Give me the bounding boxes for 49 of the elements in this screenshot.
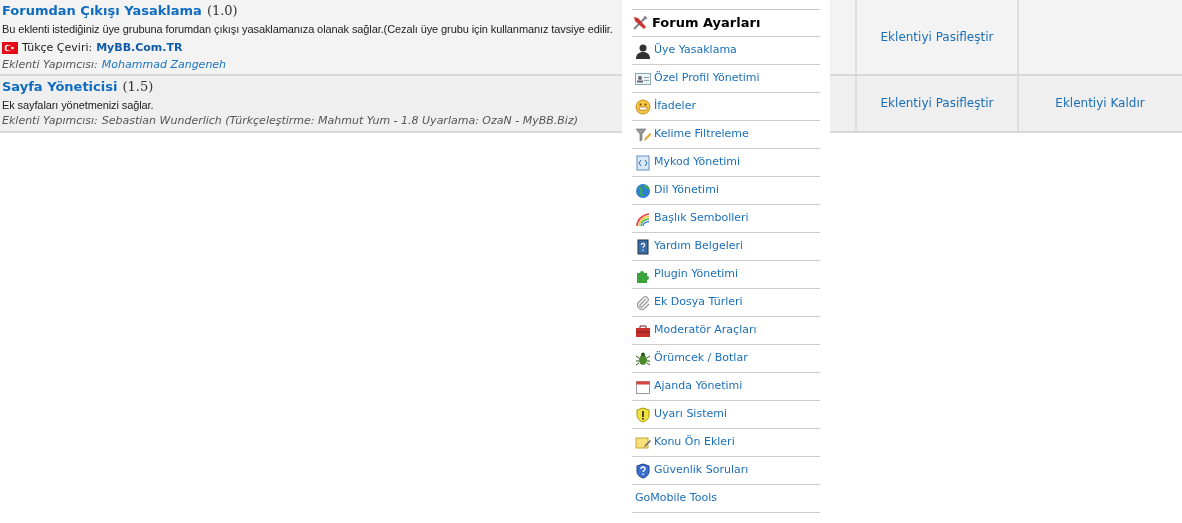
calendar-icon <box>635 378 651 395</box>
user-icon <box>635 42 651 59</box>
globe-icon <box>635 182 651 199</box>
menu-item[interactable]: Mykod Yönetimi <box>632 149 820 177</box>
menu-item[interactable]: Güvenlik Soruları <box>632 457 820 485</box>
translation-label: Tükçe Çeviri: <box>22 40 93 56</box>
menu-item[interactable]: Uyarı Sistemi <box>632 401 820 429</box>
menu-item[interactable]: Başlık Sembolleri <box>632 205 820 233</box>
menu-item[interactable]: Kelime Filtreleme <box>632 121 820 149</box>
rainbow-icon <box>635 210 651 227</box>
plugin-version: (1.5) <box>122 78 154 96</box>
paperclip-icon <box>635 294 651 311</box>
menu-title: Forum Ayarları <box>652 14 761 33</box>
menu-item[interactable]: Özel Profil Yönetimi <box>632 65 820 93</box>
bug-icon <box>635 350 651 367</box>
menu-item[interactable]: Dil Yönetimi <box>632 177 820 205</box>
question-shield-icon <box>635 462 651 479</box>
smiley-icon <box>635 98 651 115</box>
menu-item[interactable]: GoMobile Tools <box>632 485 820 513</box>
plugin-action-link[interactable]: Eklentiyi Pasifleştir <box>880 28 994 46</box>
menu-item[interactable]: Konu Ön Ekleri <box>632 429 820 457</box>
author-name: Sebastian Wunderlich (Türkçeleştirme: Mahmut Yum - 1.8 Uyarlama: OzaN - MyBB.Biz) <box>101 113 578 129</box>
menu-item[interactable]: Yardım Belgeleri <box>632 233 820 261</box>
warning-shield-icon <box>635 406 651 423</box>
note-pencil-icon <box>635 434 651 451</box>
help-book-icon <box>635 238 651 255</box>
document-code-icon <box>635 154 651 171</box>
menu-item[interactable]: İfadeler <box>632 93 820 121</box>
menu-item[interactable]: Üye Yasaklama <box>632 37 820 65</box>
plugin-action-link[interactable]: Eklentiyi Kaldır <box>1055 94 1145 113</box>
menu-item[interactable]: Ek Dosya Türleri <box>632 289 820 317</box>
filter-pencil-icon <box>635 126 651 143</box>
profile-card-icon <box>635 70 651 87</box>
menu-item[interactable]: Ajanda Yönetimi <box>632 373 820 401</box>
menu-item[interactable]: Plugin Yönetimi <box>632 261 820 289</box>
author-label: Eklenti Yapımcısı: <box>2 113 98 129</box>
tools-icon <box>632 15 648 31</box>
plugin-version: (1.0) <box>206 2 238 20</box>
plugin-action-link[interactable]: Eklentiyi Pasifleştir <box>880 94 994 113</box>
plugin-title[interactable]: Sayfa Yöneticisi <box>2 77 118 97</box>
author-link[interactable]: Mohammad Zangeneh <box>101 56 227 73</box>
menu-item[interactable]: Örümcek / Botlar <box>632 345 820 373</box>
toolbox-icon <box>635 322 651 339</box>
author-label: Eklenti Yapımcısı: <box>2 56 98 73</box>
plugin-title[interactable]: Forumdan Çıkışı Yasaklama <box>2 1 202 21</box>
plugin-description: Ek sayfaları yönetmenizi sağlar. <box>2 97 154 113</box>
translation-link[interactable]: MyBB.Com.TR <box>96 40 183 57</box>
plugin-description: Bu eklenti istediğiniz üye grubuna forumdan çıkışı yasaklamanıza olanak sağlar.(Cezalı üye grubu için kullanmanız tavsiye edilir. <box>2 21 613 37</box>
menu-item[interactable]: Moderatör Araçları <box>632 317 820 345</box>
